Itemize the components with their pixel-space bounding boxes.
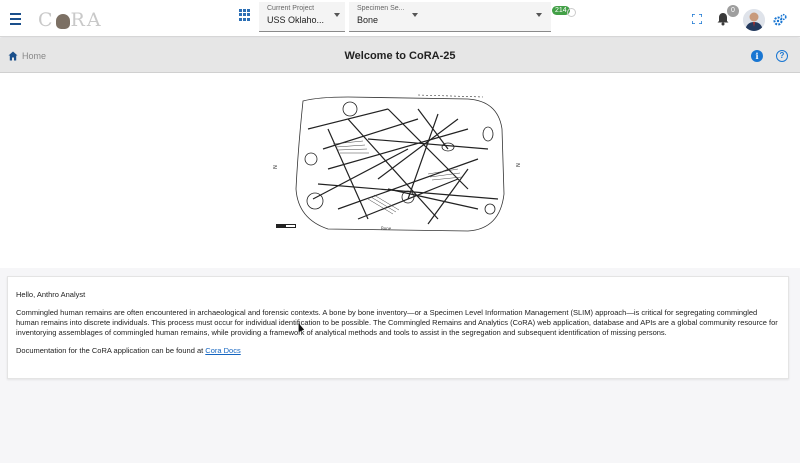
intro-paragraph: Commingled human remains are often encou… — [16, 308, 778, 337]
page-header-bar: Home Welcome to CoRA-25 i ? — [0, 38, 800, 73]
user-avatar[interactable] — [743, 9, 765, 31]
help-icon[interactable]: ? — [776, 50, 788, 62]
fullscreen-icon[interactable] — [692, 14, 702, 24]
current-project-select[interactable]: Current Project USS Oklaho... — [259, 2, 345, 32]
hamburger-menu-icon[interactable] — [6, 10, 24, 28]
skull-logo-icon — [55, 13, 70, 29]
search-icon[interactable] — [567, 8, 576, 17]
chevron-down-icon — [412, 13, 418, 17]
specimen-value: Bone — [357, 15, 379, 25]
page-title: Welcome to CoRA-25 — [344, 50, 456, 62]
docs-line: Documentation for the CoRA application c… — [16, 346, 780, 356]
chevron-down-icon — [334, 13, 340, 17]
cora-docs-link[interactable]: Cora Docs — [205, 346, 240, 355]
cora-logo[interactable]: C RA — [38, 9, 103, 31]
docs-prefix-text: Documentation for the CoRA application c… — [16, 346, 206, 355]
hero-banner: Bone N N — [0, 73, 800, 268]
welcome-card: Hello, Anthro Analyst Commingled human r… — [7, 276, 789, 379]
north-arrow-right: N — [513, 163, 520, 167]
north-arrow-left: N — [270, 165, 277, 169]
greeting-text: Hello, Anthro Analyst — [16, 290, 86, 299]
chevron-down-icon — [536, 13, 542, 17]
scale-bar — [276, 224, 296, 228]
specimen-label: Specimen Se... — [357, 5, 405, 12]
info-icon[interactable]: i — [751, 50, 763, 62]
notification-count-badge: 0 — [727, 5, 739, 17]
dashboard-grid-icon[interactable] — [238, 9, 250, 21]
svg-text:Bone: Bone — [381, 226, 392, 231]
top-app-bar: C RA Current Project USS Oklaho... Speci… — [0, 0, 800, 37]
current-project-value: USS Oklaho... — [267, 15, 325, 25]
gears-icon[interactable] — [773, 13, 787, 27]
current-project-label: Current Project — [267, 5, 315, 12]
specimen-select[interactable]: Specimen Se... Bone — [349, 2, 551, 32]
logo-text-c: C — [38, 9, 55, 31]
logo-text-ra: RA — [70, 9, 103, 31]
commingled-remains-illustration: Bone — [295, 94, 505, 232]
